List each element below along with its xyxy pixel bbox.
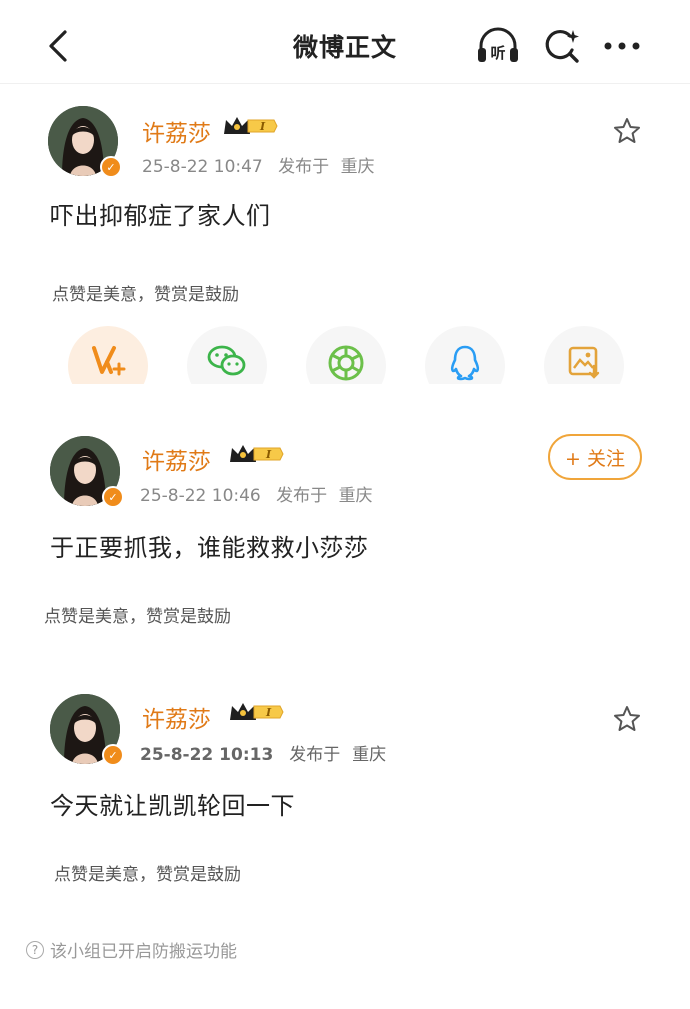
vip-level-badge-icon: I	[230, 703, 284, 720]
page-title: 微博正文	[292, 33, 397, 62]
verified-badge-icon: ✓	[100, 156, 122, 178]
svg-text:I: I	[265, 706, 272, 719]
star-icon[interactable]	[612, 116, 642, 146]
avatar[interactable]: ✓	[50, 694, 124, 766]
username[interactable]: 许荔莎	[142, 700, 211, 734]
post-location: 重庆	[352, 745, 387, 765]
vip-level-badge-icon: I	[224, 117, 278, 134]
post-meta: 25-8-22 10:47 发布于 重庆	[142, 152, 375, 177]
share-row	[0, 322, 690, 384]
avatar[interactable]: ✓	[48, 106, 122, 178]
star-icon[interactable]	[612, 704, 642, 734]
reward-hint: 点赞是美意，赞赏是鼓励	[44, 607, 231, 627]
search-sparkle-icon	[545, 29, 579, 63]
post-content: 今天就让凯凯轮回一下	[50, 792, 295, 820]
anti-repost-text: 该小组已开启防搬运功能	[50, 942, 237, 962]
post-time: 25-8-22 10:46	[140, 486, 261, 506]
weibo-vplus-icon	[92, 346, 126, 376]
location-prefix: 发布于	[276, 486, 328, 506]
svg-text:I: I	[265, 448, 272, 461]
follow-button[interactable]: + 关注	[548, 434, 642, 480]
share-qq-button[interactable]	[425, 326, 505, 384]
svg-text:听: 听	[490, 44, 505, 62]
help-icon: ?	[26, 940, 44, 959]
post-content: 于正要抓我，谁能救救小莎莎	[50, 534, 369, 562]
more-button[interactable]	[598, 22, 646, 70]
location-prefix: 发布于	[289, 745, 341, 765]
post-meta: 25-8-22 10:13 发布于 重庆	[140, 740, 386, 765]
moments-aperture-icon	[328, 345, 364, 381]
share-moments-button[interactable]	[306, 326, 386, 384]
share-weibo-button[interactable]	[68, 326, 148, 384]
location-prefix: 发布于	[278, 157, 330, 177]
share-wechat-button[interactable]	[187, 326, 267, 384]
wechat-icon	[207, 345, 246, 376]
more-dots-icon	[604, 42, 640, 50]
verified-badge-icon: ✓	[102, 486, 124, 508]
reward-hint: 点赞是美意，赞赏是鼓励	[54, 865, 241, 885]
post-location: 重庆	[338, 486, 373, 506]
post-content: 吓出抑郁症了家人们	[50, 202, 271, 230]
verified-badge-icon: ✓	[102, 744, 124, 766]
post-meta: 25-8-22 10:46 发布于 重庆	[140, 481, 373, 506]
vip-level-badge-icon: I	[230, 445, 284, 462]
post-time: 25-8-22 10:13	[140, 745, 274, 765]
svg-text:I: I	[259, 120, 266, 133]
reward-hint: 点赞是美意，赞赏是鼓励	[52, 285, 239, 305]
post-time: 25-8-22 10:47	[142, 157, 263, 177]
qq-penguin-icon	[450, 345, 480, 381]
share-save-image-button[interactable]	[544, 326, 624, 384]
headphones-icon: 听	[478, 27, 518, 62]
save-image-icon	[568, 346, 600, 379]
avatar[interactable]: ✓	[50, 436, 124, 508]
anti-repost-note: ? 该小组已开启防搬运功能	[26, 937, 237, 962]
listen-button[interactable]: 听	[474, 22, 522, 70]
username[interactable]: 许荔莎	[142, 114, 211, 148]
username[interactable]: 许荔莎	[142, 442, 211, 476]
post-location: 重庆	[340, 157, 375, 177]
search-button[interactable]	[538, 22, 586, 70]
top-nav: 微博正文 听	[0, 0, 690, 84]
